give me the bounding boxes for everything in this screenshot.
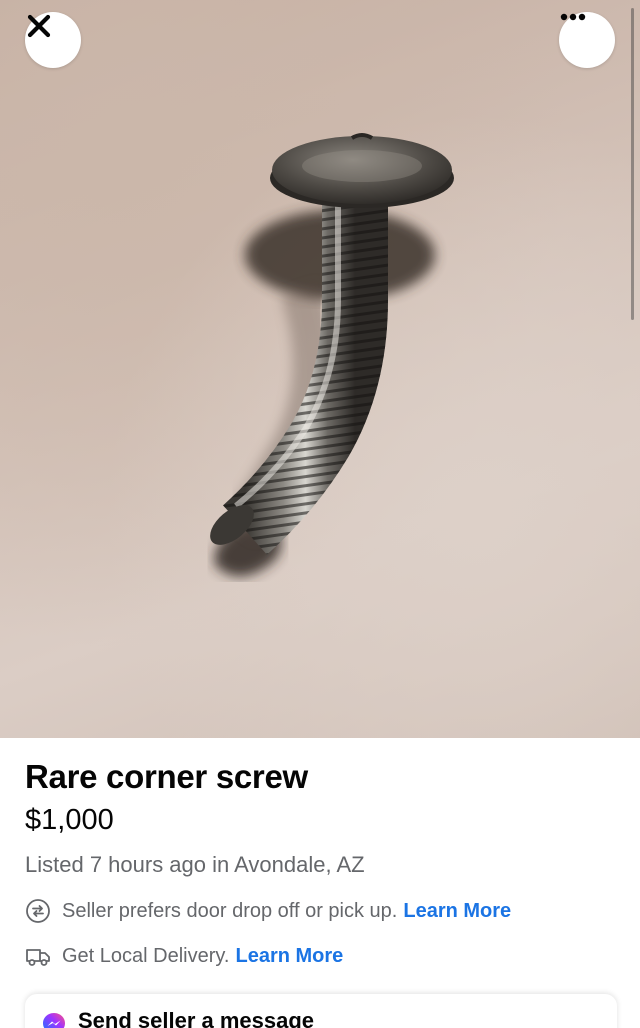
- delivery-truck-icon: [25, 943, 51, 969]
- listing-title: Rare corner screw: [25, 758, 308, 795]
- pickup-learn-more-link[interactable]: Learn More: [403, 900, 511, 923]
- marketplace-listing-page: Rare corner screw $1,000 Listed 7 hours …: [0, 0, 640, 1028]
- close-button[interactable]: [25, 12, 81, 68]
- local-delivery-text: Get Local Delivery.: [62, 944, 230, 967]
- delivery-learn-more-link[interactable]: Learn More: [235, 945, 343, 968]
- listing-photo[interactable]: [0, 0, 640, 738]
- pickup-preference-row: Seller prefers door drop off or pick up.…: [25, 898, 511, 924]
- send-message-label: Send seller a message: [78, 1008, 315, 1028]
- messenger-icon: [41, 1011, 67, 1028]
- scroll-indicator[interactable]: [631, 8, 634, 320]
- screw-image: [210, 133, 454, 577]
- listing-price: $1,000: [25, 804, 114, 836]
- listing-details: Rare corner screw $1,000 Listed 7 hours …: [0, 738, 640, 1028]
- pickup-preference-text: Seller prefers door drop off or pick up.: [62, 899, 398, 922]
- send-message-card[interactable]: Send seller a message: [25, 994, 617, 1028]
- swap-arrows-icon: [25, 898, 51, 924]
- local-delivery-row: Get Local Delivery. Learn More: [25, 943, 343, 969]
- more-options-button[interactable]: [559, 12, 615, 68]
- listing-meta: Listed 7 hours ago in Avondale, AZ: [25, 852, 365, 877]
